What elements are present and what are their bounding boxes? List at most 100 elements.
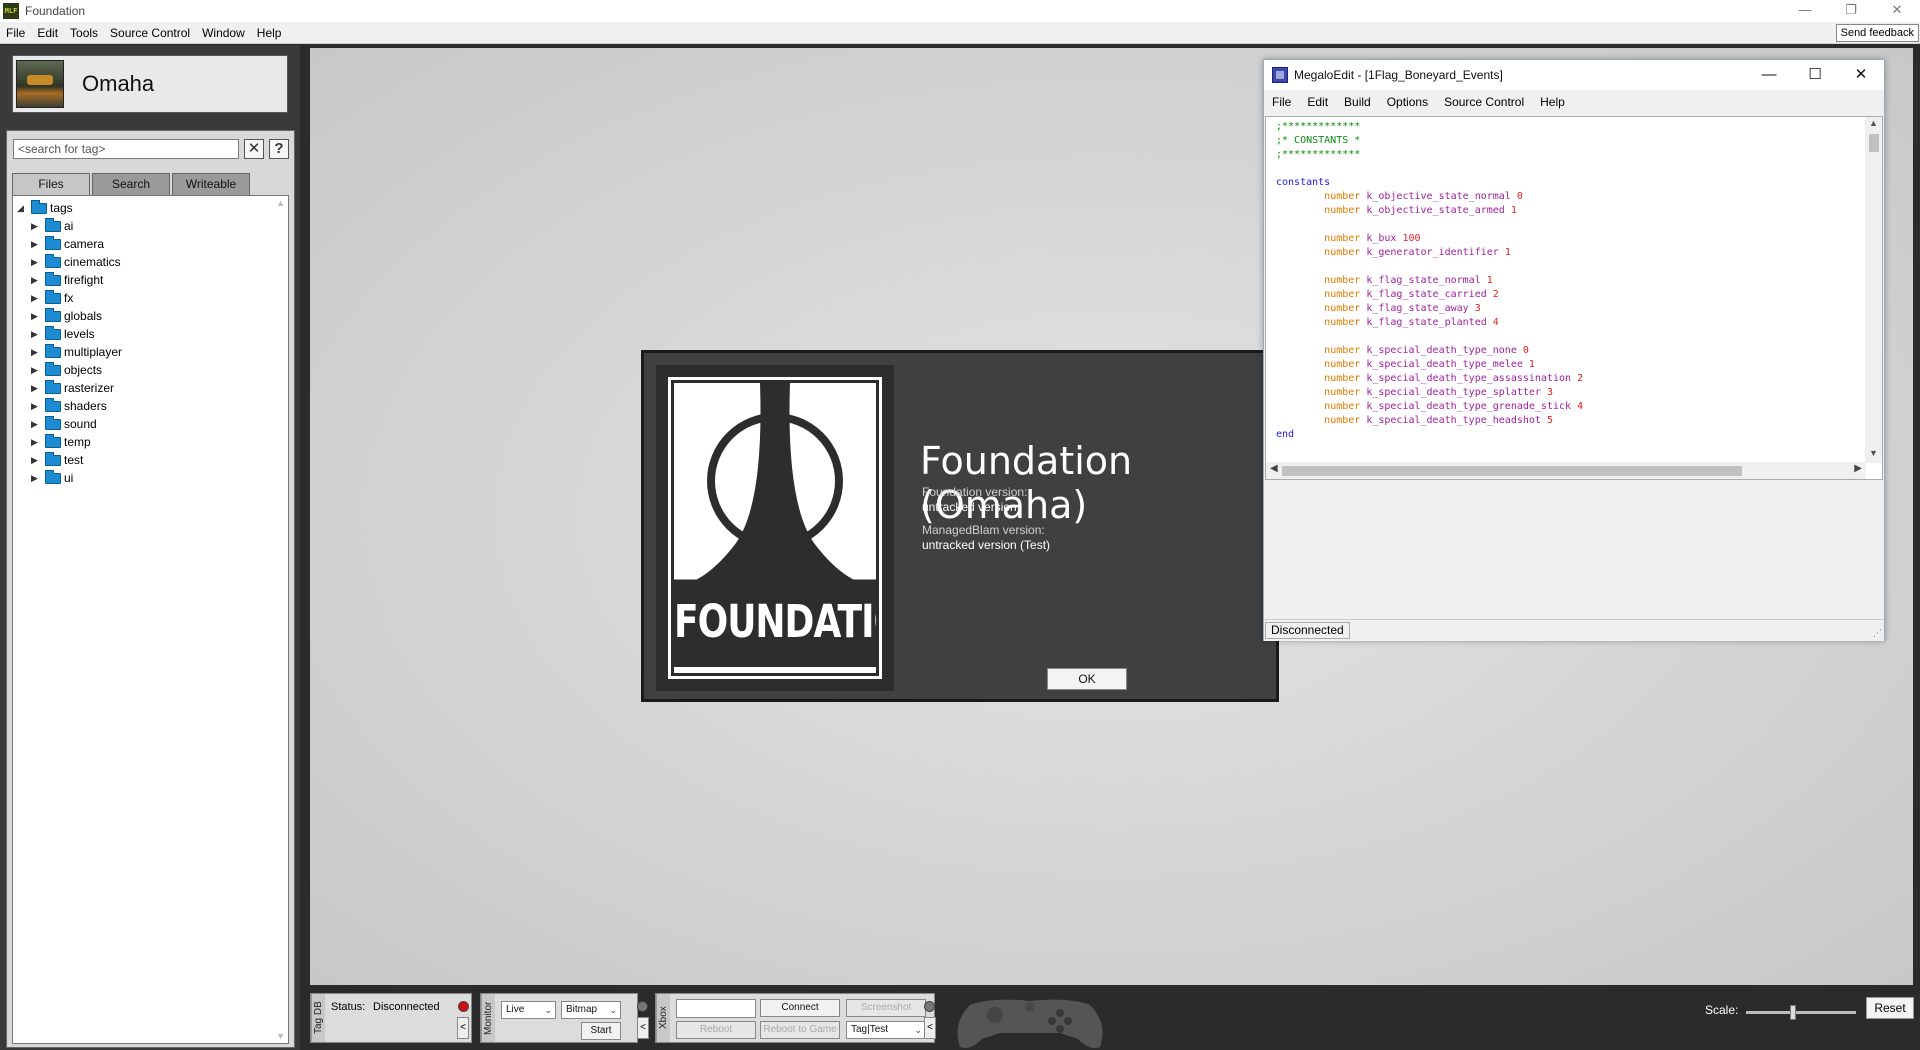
scroll-up-icon[interactable]: ▲ bbox=[1865, 118, 1882, 132]
megalo-menu-help[interactable]: Help bbox=[1532, 95, 1573, 109]
expand-triangle-icon[interactable]: ▶ bbox=[31, 383, 41, 394]
close-icon[interactable]: ✕ bbox=[1874, 0, 1920, 22]
monitor-mode-select[interactable]: Live ⌄ bbox=[501, 1001, 556, 1019]
expand-triangle-icon[interactable]: ▶ bbox=[31, 401, 41, 412]
tree-scroll-up-icon[interactable]: ▲ bbox=[276, 198, 285, 208]
app-title-bar: MLF Foundation — ❐ ✕ bbox=[0, 0, 1920, 22]
tree-folder-rasterizer[interactable]: ▶ rasterizer bbox=[13, 379, 288, 397]
megalo-menu-options[interactable]: Options bbox=[1379, 95, 1436, 109]
tree-folder-shaders[interactable]: ▶ shaders bbox=[13, 397, 288, 415]
xbox-collapse-button[interactable]: < bbox=[924, 1017, 936, 1039]
tab-files[interactable]: Files bbox=[12, 173, 90, 195]
tree-folder-temp[interactable]: ▶ temp bbox=[13, 433, 288, 451]
expand-triangle-icon[interactable]: ▶ bbox=[31, 221, 41, 232]
code-number: 3 bbox=[1474, 303, 1481, 314]
megaloedit-app-icon bbox=[1272, 67, 1288, 83]
reset-button[interactable]: Reset bbox=[1866, 997, 1914, 1019]
tree-folder-test[interactable]: ▶ test bbox=[13, 451, 288, 469]
expand-triangle-icon[interactable]: ▶ bbox=[31, 257, 41, 268]
expand-triangle-icon[interactable]: ▶ bbox=[31, 275, 41, 286]
chevron-down-icon: ⌄ bbox=[609, 1005, 617, 1015]
monitor-start-button[interactable]: Start bbox=[581, 1022, 621, 1040]
tree-folder-levels[interactable]: ▶ levels bbox=[13, 325, 288, 343]
help-button[interactable]: ? bbox=[269, 139, 289, 159]
menu-edit[interactable]: Edit bbox=[31, 22, 64, 44]
tree-root-tags[interactable]: ◢ tags bbox=[13, 199, 288, 217]
tab-writeable[interactable]: Writeable bbox=[172, 173, 250, 195]
expand-triangle-icon[interactable]: ▶ bbox=[31, 455, 41, 466]
reboot-button[interactable]: Reboot bbox=[676, 1021, 756, 1039]
expand-triangle-icon[interactable]: ▶ bbox=[31, 347, 41, 358]
minimize-icon[interactable]: — bbox=[1746, 60, 1792, 90]
editor-vertical-scrollbar[interactable]: ▲ ▼ bbox=[1865, 117, 1882, 463]
tree-folder-ai[interactable]: ▶ ai bbox=[13, 217, 288, 235]
megalo-menu-build[interactable]: Build bbox=[1336, 95, 1379, 109]
expand-triangle-icon[interactable]: ▶ bbox=[31, 239, 41, 250]
xbox-address-input[interactable] bbox=[676, 999, 756, 1018]
tree-scroll-down-icon[interactable]: ▼ bbox=[276, 1031, 285, 1041]
tagdb-collapse-button[interactable]: < bbox=[457, 1017, 469, 1039]
tree-folder-firefight[interactable]: ▶ firefight bbox=[13, 271, 288, 289]
megalo-menu-edit[interactable]: Edit bbox=[1299, 95, 1336, 109]
tree-folder-globals[interactable]: ▶ globals bbox=[13, 307, 288, 325]
horizontal-scroll-thumb[interactable] bbox=[1282, 466, 1742, 476]
scroll-down-icon[interactable]: ▼ bbox=[1865, 448, 1882, 462]
connect-button[interactable]: Connect bbox=[760, 999, 840, 1017]
tree-folder-objects[interactable]: ▶ objects bbox=[13, 361, 288, 379]
expand-triangle-icon[interactable]: ▶ bbox=[31, 329, 41, 340]
code-type: number bbox=[1324, 401, 1361, 412]
tag-search-input[interactable] bbox=[13, 139, 239, 159]
monitor-collapse-button[interactable]: < bbox=[637, 1017, 649, 1039]
menu-window[interactable]: Window bbox=[196, 22, 251, 44]
tree-folder-sound[interactable]: ▶ sound bbox=[13, 415, 288, 433]
xbox-led-icon bbox=[924, 1001, 935, 1012]
ok-button[interactable]: OK bbox=[1047, 668, 1127, 690]
tree-node-label: rasterizer bbox=[64, 381, 115, 395]
menu-source-control[interactable]: Source Control bbox=[104, 22, 196, 44]
send-feedback-button[interactable]: Send feedback bbox=[1835, 24, 1919, 42]
megalo-menu-file[interactable]: File bbox=[1264, 95, 1299, 109]
maximize-icon[interactable]: ☐ bbox=[1792, 60, 1838, 90]
scale-slider[interactable] bbox=[1746, 1005, 1856, 1020]
tree-folder-camera[interactable]: ▶ camera bbox=[13, 235, 288, 253]
resize-grip-icon[interactable]: ⋰ bbox=[1873, 628, 1882, 639]
expand-triangle-icon[interactable]: ▶ bbox=[31, 311, 41, 322]
expand-triangle-icon[interactable]: ▶ bbox=[31, 419, 41, 430]
tree-folder-multiplayer[interactable]: ▶ multiplayer bbox=[13, 343, 288, 361]
monitor-type-select[interactable]: Bitmap ⌄ bbox=[561, 1001, 621, 1019]
code-text[interactable]: ;************* ;* CONSTANTS * ;***********… bbox=[1276, 120, 1583, 442]
expand-triangle-icon[interactable]: ▶ bbox=[31, 437, 41, 448]
code-number: 1 bbox=[1504, 247, 1511, 258]
screenshot-button[interactable]: Screenshot bbox=[846, 999, 926, 1017]
tree-folder-cinematics[interactable]: ▶ cinematics bbox=[13, 253, 288, 271]
clear-search-button[interactable]: ✕ bbox=[244, 139, 264, 159]
tree-folder-ui[interactable]: ▶ ui bbox=[13, 469, 288, 487]
menu-tools[interactable]: Tools bbox=[64, 22, 104, 44]
menu-file[interactable]: File bbox=[0, 22, 31, 44]
expand-triangle-icon[interactable]: ▶ bbox=[31, 365, 41, 376]
tag-search-row: ✕ ? bbox=[13, 139, 289, 159]
code-identifier: k_special_death_type_none bbox=[1366, 345, 1517, 356]
close-icon[interactable]: ✕ bbox=[1838, 60, 1884, 90]
collapse-triangle-icon[interactable]: ◢ bbox=[17, 203, 27, 214]
expand-triangle-icon[interactable]: ▶ bbox=[31, 473, 41, 484]
megaloedit-window-controls: — ☐ ✕ bbox=[1746, 60, 1884, 90]
scroll-right-icon[interactable]: ▶ bbox=[1854, 463, 1862, 474]
scroll-left-icon[interactable]: ◀ bbox=[1270, 463, 1278, 474]
tree-folder-fx[interactable]: ▶ fx bbox=[13, 289, 288, 307]
minimize-icon[interactable]: — bbox=[1782, 0, 1828, 22]
restore-icon[interactable]: ❐ bbox=[1828, 0, 1874, 22]
expand-triangle-icon[interactable]: ▶ bbox=[31, 293, 41, 304]
monitor-group: Monitor Live ⌄ Bitmap ⌄ Start bbox=[480, 993, 638, 1043]
menu-help[interactable]: Help bbox=[251, 22, 288, 44]
tag-tree: ▲ ▼ ◢ tags ▶ ai ▶ camera ▶ cinematics ▶ firefig… bbox=[12, 195, 289, 1044]
scale-slider-thumb[interactable] bbox=[1790, 1005, 1796, 1020]
editor-horizontal-scrollbar[interactable]: ◀ ▶ bbox=[1266, 462, 1866, 479]
megalo-menu-source-control[interactable]: Source Control bbox=[1436, 95, 1532, 109]
reboot-to-game-button[interactable]: Reboot to Game bbox=[760, 1021, 840, 1039]
tab-search[interactable]: Search bbox=[92, 173, 170, 195]
target-select[interactable]: Tag|Test ⌄ bbox=[846, 1021, 926, 1039]
code-editor[interactable]: ;************* ;* CONSTANTS * ;***********… bbox=[1265, 116, 1883, 480]
megaloedit-title: MegaloEdit - [1Flag_Boneyard_Events] bbox=[1294, 68, 1503, 82]
vertical-scroll-thumb[interactable] bbox=[1869, 134, 1879, 152]
